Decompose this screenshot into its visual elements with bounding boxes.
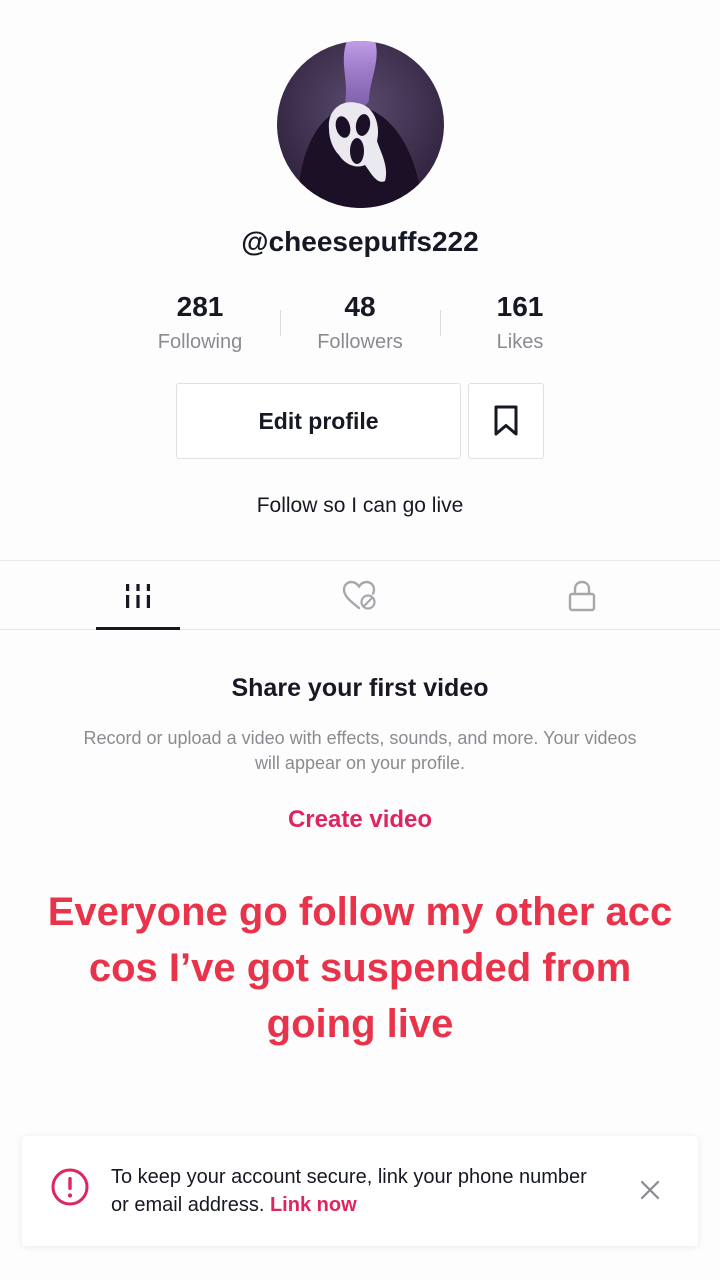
close-icon[interactable] <box>639 1179 661 1201</box>
create-video-link[interactable]: Create video <box>0 806 720 834</box>
overlay-caption: Everyone go follow my other acc cos I’ve… <box>47 890 673 1046</box>
link-now-link[interactable]: Link now <box>270 1194 357 1216</box>
avatar[interactable] <box>277 41 444 208</box>
followers-label: Followers <box>317 331 403 353</box>
following-count: 281 <box>176 291 224 322</box>
tab-videos[interactable] <box>18 561 258 630</box>
bookmark-button[interactable] <box>468 383 544 459</box>
profile-bio: Follow so I can go live <box>256 494 464 517</box>
edit-profile-button[interactable]: Edit profile <box>176 383 461 459</box>
following-label: Following <box>157 331 243 353</box>
alert-circle-icon <box>51 1168 89 1206</box>
bookmark-icon <box>494 405 518 436</box>
grid-videos-icon <box>126 583 150 608</box>
tab-liked[interactable] <box>240 561 480 630</box>
followers-count: 48 <box>344 291 376 322</box>
stat-following[interactable]: 281 Following <box>120 288 280 356</box>
tab-private[interactable] <box>462 561 702 630</box>
ghostface-avatar <box>277 41 444 208</box>
liked-hidden-icon <box>342 580 376 610</box>
profile-stats: 281 Following 48 Followers 161 Likes <box>0 288 720 358</box>
active-tab-indicator <box>96 627 180 630</box>
likes-count: 161 <box>496 291 544 322</box>
empty-state-description: Record or upload a video with effects, s… <box>83 728 637 773</box>
username: @cheesepuffs222 <box>241 226 479 257</box>
profile-tabs <box>0 560 720 630</box>
stat-likes[interactable]: 161 Likes <box>440 288 600 356</box>
likes-label: Likes <box>496 331 544 353</box>
empty-state-title: Share your first video <box>231 674 489 702</box>
stat-followers[interactable]: 48 Followers <box>280 288 440 356</box>
banner-message: To keep your account secure, link your p… <box>111 1163 591 1219</box>
security-banner: To keep your account secure, link your p… <box>22 1136 698 1246</box>
lock-icon <box>568 580 596 611</box>
